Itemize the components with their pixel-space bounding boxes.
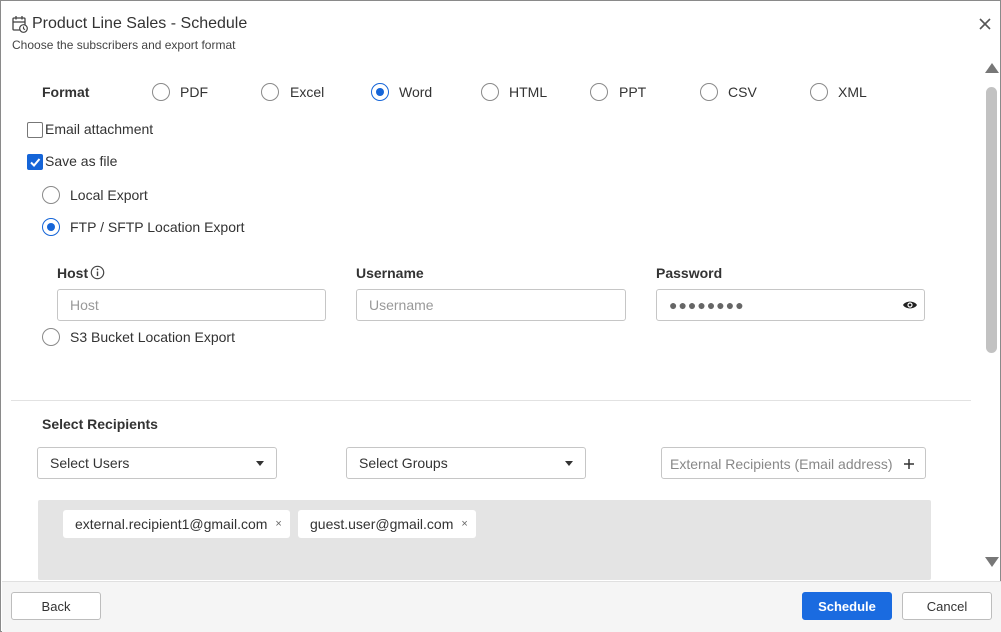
- save-as-file-label[interactable]: Save as file: [45, 153, 117, 169]
- format-radio-xml[interactable]: [810, 83, 828, 101]
- chevron-down-icon: [256, 461, 264, 466]
- scroll-thumb[interactable]: [986, 87, 997, 353]
- password-value: ●●●●●●●●: [669, 297, 745, 313]
- format-radio-pdf[interactable]: [152, 83, 170, 101]
- remove-icon[interactable]: ×: [461, 518, 467, 530]
- plus-icon[interactable]: [903, 452, 915, 475]
- format-label: Format: [42, 84, 90, 100]
- format-option-label[interactable]: HTML: [509, 84, 547, 100]
- s3-export-radio[interactable]: [42, 328, 60, 346]
- format-radio-word[interactable]: [371, 83, 389, 101]
- recipients-list: external.recipient1@gmail.com × guest.us…: [38, 500, 931, 580]
- chevron-down-icon: [565, 461, 573, 466]
- format-option-label[interactable]: PPT: [619, 84, 646, 100]
- username-label: Username: [356, 265, 424, 281]
- external-recipients-input[interactable]: External Recipients (Email address): [661, 447, 926, 479]
- section-divider: [11, 400, 971, 401]
- format-radio-excel[interactable]: [261, 83, 279, 101]
- username-input[interactable]: [356, 289, 626, 321]
- scroll-down-icon[interactable]: [985, 557, 999, 567]
- host-input[interactable]: [57, 289, 326, 321]
- back-button[interactable]: Back: [11, 592, 101, 620]
- password-label: Password: [656, 265, 723, 281]
- s3-export-label[interactable]: S3 Bucket Location Export: [70, 329, 235, 345]
- cancel-button[interactable]: Cancel: [902, 592, 992, 620]
- schedule-dialog: Product Line Sales - Schedule Choose the…: [0, 0, 1001, 632]
- select-groups-text: Select Groups: [359, 455, 448, 471]
- email-attachment-label[interactable]: Email attachment: [45, 121, 153, 137]
- recipient-chip: guest.user@gmail.com ×: [298, 510, 476, 538]
- dialog-subtitle: Choose the subscribers and export format: [12, 38, 236, 52]
- format-radio-csv[interactable]: [700, 83, 718, 101]
- host-label: Host: [57, 265, 89, 281]
- ftp-export-radio[interactable]: [42, 218, 60, 236]
- select-groups-dropdown[interactable]: Select Groups: [346, 447, 586, 479]
- ftp-export-label[interactable]: FTP / SFTP Location Export: [70, 219, 245, 235]
- format-radio-html[interactable]: [481, 83, 499, 101]
- save-as-file-checkbox[interactable]: [27, 154, 43, 170]
- checkmark-icon: [30, 158, 41, 167]
- remove-icon[interactable]: ×: [275, 518, 281, 530]
- format-option-label[interactable]: CSV: [728, 84, 757, 100]
- eye-icon[interactable]: [902, 298, 918, 312]
- format-radio-ppt[interactable]: [590, 83, 608, 101]
- schedule-button[interactable]: Schedule: [802, 592, 892, 620]
- select-users-dropdown[interactable]: Select Users: [37, 447, 277, 479]
- info-icon[interactable]: [90, 265, 105, 280]
- recipient-chip: external.recipient1@gmail.com ×: [63, 510, 290, 538]
- select-users-text: Select Users: [50, 455, 130, 471]
- select-recipients-label: Select Recipients: [42, 416, 158, 432]
- password-input[interactable]: ●●●●●●●●: [656, 289, 925, 321]
- format-option-label[interactable]: Excel: [290, 84, 324, 100]
- external-recipients-placeholder: External Recipients (Email address): [670, 456, 893, 472]
- close-icon[interactable]: [978, 15, 994, 33]
- local-export-radio[interactable]: [42, 186, 60, 204]
- recipient-email: external.recipient1@gmail.com: [75, 516, 268, 532]
- format-option-label[interactable]: PDF: [180, 84, 208, 100]
- dialog-title: Product Line Sales - Schedule: [32, 15, 248, 32]
- recipient-email: guest.user@gmail.com: [310, 516, 454, 532]
- format-option-label[interactable]: Word: [399, 84, 432, 100]
- scroll-up-icon[interactable]: [985, 63, 999, 73]
- local-export-label[interactable]: Local Export: [70, 187, 148, 203]
- format-option-label[interactable]: XML: [838, 84, 867, 100]
- email-attachment-checkbox[interactable]: [27, 122, 43, 138]
- calendar-clock-icon: [12, 15, 28, 33]
